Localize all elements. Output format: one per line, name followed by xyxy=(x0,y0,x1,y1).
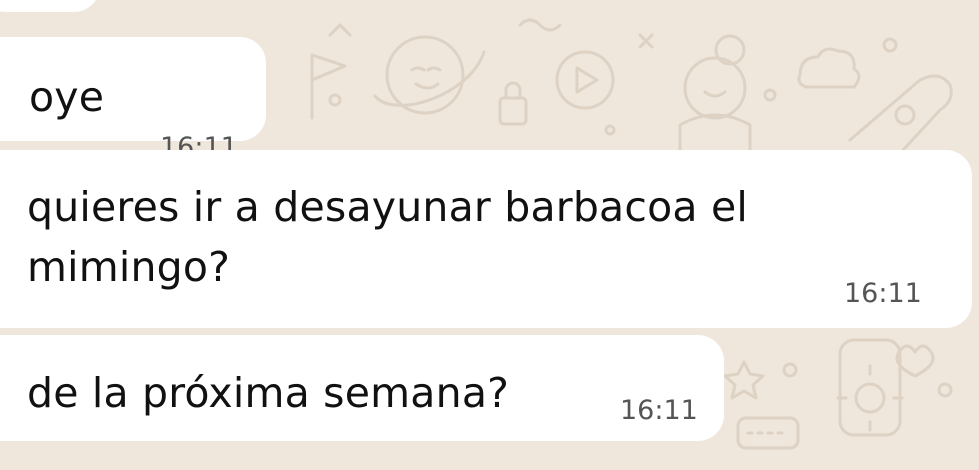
star-doodle-icon xyxy=(723,360,765,400)
message-text-line: mimingo? xyxy=(27,243,231,291)
sun-doodle-icon xyxy=(836,364,904,432)
planet-doodle-icon xyxy=(373,35,486,115)
message-text: de la próxima semana? xyxy=(27,369,510,417)
message-timestamp: 16:11 xyxy=(844,278,922,309)
message-bubble[interactable]: quieres ir a desayunar barbacoa el mimin… xyxy=(0,150,972,328)
message-text-line: quieres ir a desayunar barbacoa el xyxy=(27,183,748,231)
person-doodle-icon xyxy=(678,34,752,152)
message-timestamp: 16:11 xyxy=(620,395,698,426)
message-bubble[interactable]: oye 16:11 xyxy=(0,37,266,163)
flag-doodle-icon xyxy=(310,53,347,120)
play-doodle-icon xyxy=(555,50,615,110)
heart-doodle-icon xyxy=(895,344,935,378)
message-text: oye xyxy=(29,73,105,121)
cloud-doodle-icon xyxy=(797,47,861,89)
lock-doodle-icon xyxy=(498,81,528,126)
message-text: quieres ir a desayunar barbacoa el mimin… xyxy=(27,177,748,297)
message-bubble[interactable]: de la próxima semana? 16:11 xyxy=(0,335,724,441)
